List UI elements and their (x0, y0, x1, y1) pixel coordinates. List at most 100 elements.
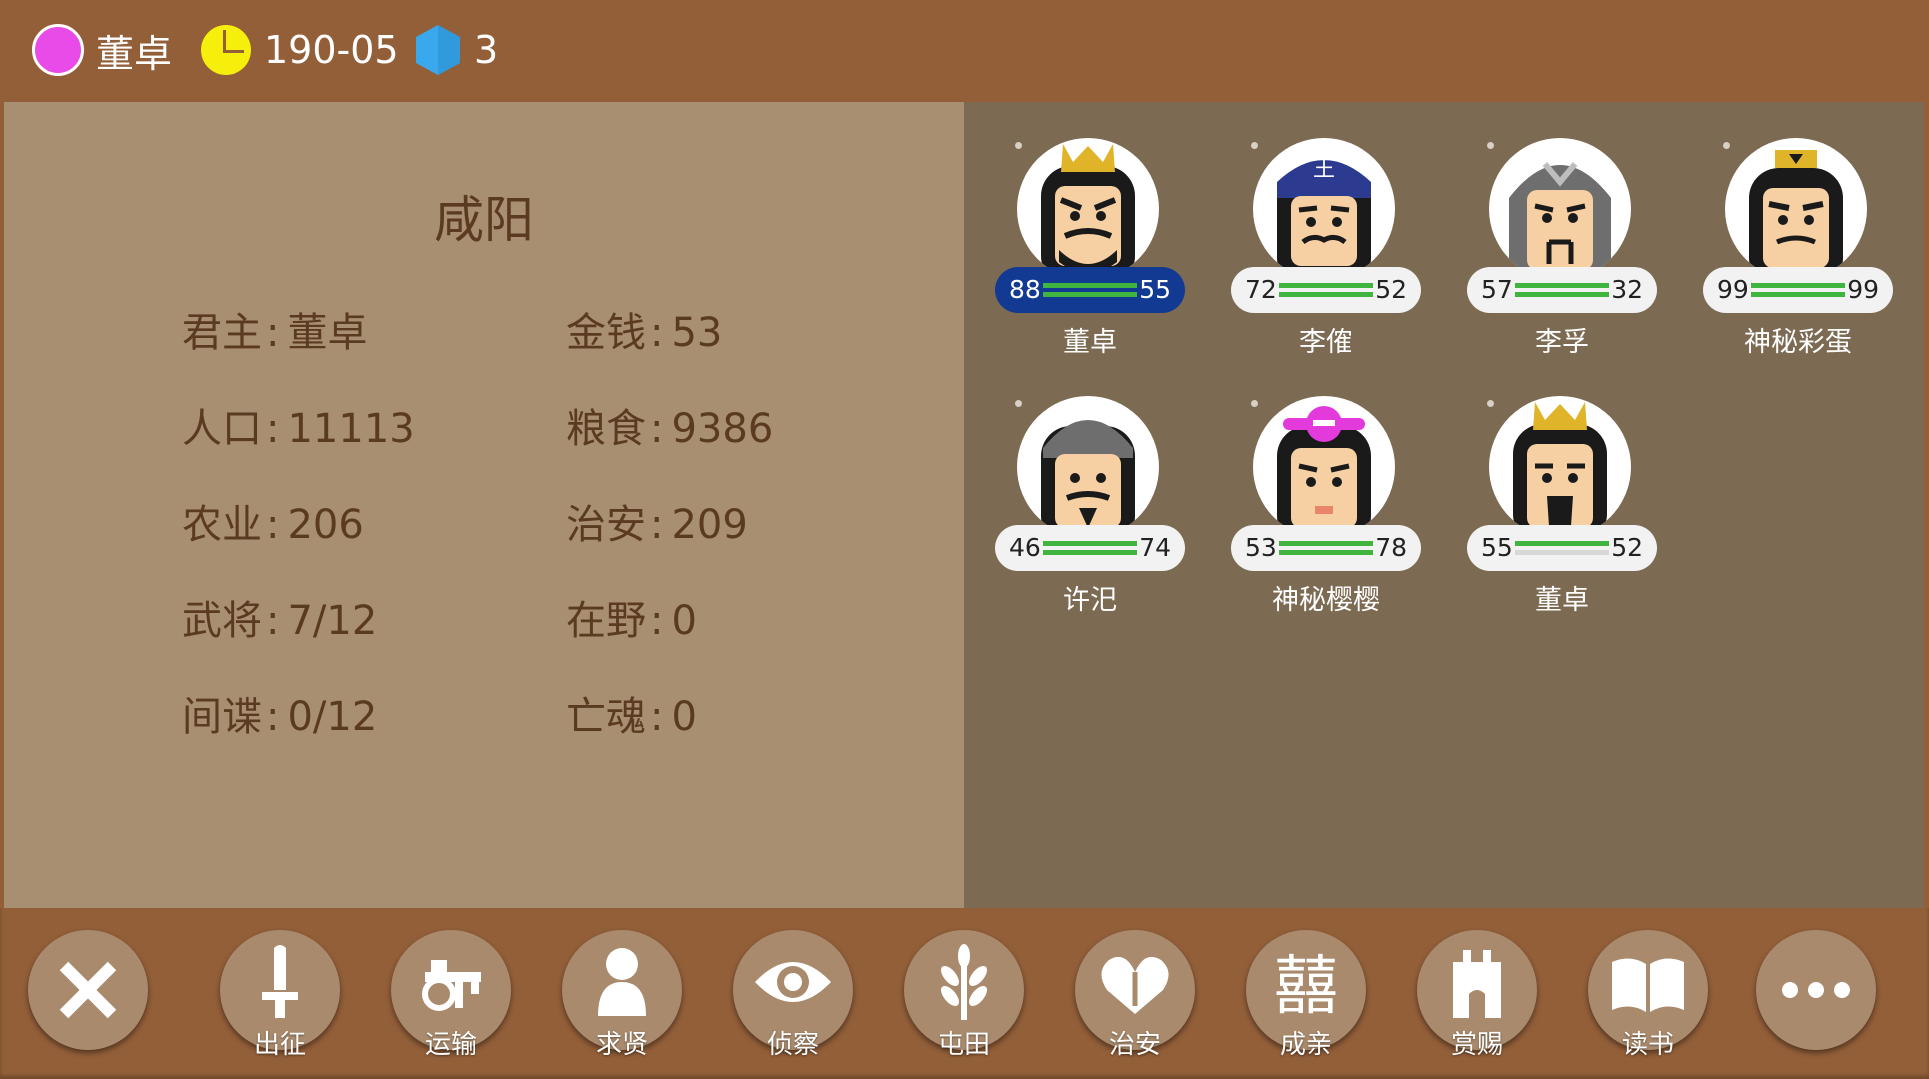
stat-label: 粮食 (566, 406, 646, 452)
general-portrait (1253, 396, 1395, 538)
svg-text:囍: 囍 (1274, 950, 1338, 1022)
security-button[interactable]: 治安 (1075, 930, 1195, 1060)
sword-icon (262, 945, 298, 1018)
stat-value: 206 (287, 502, 364, 548)
stat-left: 57 (1481, 275, 1513, 304)
general-card[interactable]: 王 72 52 李傕 (1226, 138, 1426, 368)
general-portrait (1017, 396, 1159, 538)
stat-label: 亡魂 (566, 694, 646, 740)
stat-bar (1279, 292, 1373, 297)
stat-food: 粮食:9386 (566, 396, 773, 454)
campaign-button[interactable]: 出征 (220, 930, 340, 1060)
recruit-button[interactable]: 求贤 (562, 930, 682, 1060)
person-icon (598, 948, 646, 1016)
stat-separator: : (266, 310, 280, 356)
stat-right: 78 (1375, 533, 1407, 562)
general-name: 神秘樱樱 (1272, 585, 1380, 616)
general-stats: 55 52 (1467, 525, 1657, 571)
transport-button[interactable]: 运输 (391, 930, 511, 1060)
general-card[interactable]: 88 55 董卓 (990, 138, 1190, 368)
general-stats: 72 52 (1231, 267, 1421, 313)
stat-separator: : (266, 502, 280, 548)
stat-spirits: 亡魂:0 (566, 684, 697, 742)
stat-right: 52 (1611, 533, 1643, 562)
button-label: 赏赐 (1450, 1030, 1503, 1060)
stat-value: 7/12 (287, 598, 378, 644)
close-icon (59, 961, 117, 1019)
stat-value: 9386 (671, 406, 774, 452)
stat-separator: : (650, 694, 664, 740)
stat-bar (1515, 283, 1609, 288)
general-card[interactable]: 99 99 神秘彩蛋 (1698, 138, 1898, 368)
gem-indicator: 3 (414, 22, 498, 78)
stat-left: 55 (1481, 533, 1513, 562)
general-name: 许汜 (1063, 585, 1117, 616)
stat-label: 间谍 (182, 694, 262, 740)
marriage-button[interactable]: 囍 成亲 (1246, 930, 1366, 1060)
stat-separator: : (650, 598, 664, 644)
button-label: 侦察 (766, 1030, 819, 1060)
button-label: 成亲 (1279, 1030, 1332, 1060)
stat-agriculture: 农业:206 (182, 492, 364, 550)
close-button[interactable] (28, 930, 148, 1050)
button-label: 出征 (253, 1030, 306, 1060)
stat-population: 人口:11113 (182, 396, 415, 454)
heart-icon (1101, 956, 1169, 1014)
stat-ruler: 君主: 董卓 (182, 300, 367, 358)
general-card[interactable]: 57 32 李孚 (1462, 138, 1662, 368)
stat-value: 53 (671, 310, 723, 356)
stat-bar (1515, 550, 1609, 555)
city-name: 咸阳 (434, 191, 534, 249)
button-label: 读书 (1621, 1030, 1674, 1060)
stat-bar (1043, 550, 1137, 555)
button-label: 运输 (424, 1030, 477, 1060)
clock-icon (201, 25, 251, 75)
faction-color-icon (32, 24, 84, 76)
button-label: 求贤 (595, 1030, 648, 1060)
general-card[interactable]: 46 74 许汜 (990, 396, 1190, 626)
eye-icon (755, 962, 831, 1002)
stat-bar (1043, 283, 1137, 288)
general-stats: 88 55 (995, 267, 1185, 313)
ruler-indicator: 董卓 (32, 22, 172, 78)
generals-panel: 88 55 董卓 王 72 52 李傕 57 32 李孚 99 99 神秘彩蛋 … (964, 102, 1924, 908)
general-card[interactable]: 53 78 神秘樱樱 (1226, 396, 1426, 626)
scout-button[interactable]: 侦察 (733, 930, 853, 1060)
indicator-dot (1251, 400, 1258, 407)
general-portrait: 王 (1253, 138, 1395, 280)
stat-value: 0 (671, 694, 697, 740)
gate-icon (1453, 950, 1501, 1018)
stat-bar (1751, 283, 1845, 288)
stat-label: 君主 (182, 310, 262, 356)
more-icon (1782, 982, 1850, 998)
general-card[interactable]: 55 52 董卓 (1462, 396, 1662, 626)
stat-right: 32 (1611, 275, 1643, 304)
stat-value: 董卓 (287, 310, 368, 356)
farm-button[interactable]: 屯田 (904, 930, 1024, 1060)
more-button[interactable] (1756, 930, 1876, 1050)
reward-button[interactable]: 赏赐 (1417, 930, 1537, 1060)
button-label: 治安 (1108, 1030, 1161, 1060)
general-stats: 99 99 (1703, 267, 1893, 313)
stat-label: 在野 (566, 598, 646, 644)
city-info-panel: 咸阳 君主: 董卓 金钱:53 人口:11113 粮食:9386 农业:206 治… (4, 102, 964, 908)
stat-security: 治安:209 (566, 492, 748, 550)
action-bar: 出征 运输 求贤 侦察 屯田 治安 囍 成亲 赏赐 读书 (0, 908, 1929, 1079)
stat-value: 0 (671, 598, 697, 644)
stat-generals: 武将:7/12 (182, 588, 377, 646)
indicator-dot (1487, 400, 1494, 407)
study-button[interactable]: 读书 (1588, 930, 1708, 1060)
stat-label: 金钱 (566, 310, 646, 356)
general-stats: 53 78 (1231, 525, 1421, 571)
stat-label: 农业 (182, 502, 262, 548)
stat-bar (1043, 541, 1137, 546)
wheat-icon (941, 944, 987, 1020)
general-portrait (1489, 396, 1631, 538)
svg-text:王: 王 (1313, 157, 1335, 182)
general-portrait (1017, 138, 1159, 280)
book-icon (1612, 958, 1684, 1012)
stat-right: 74 (1139, 533, 1171, 562)
stat-left: 46 (1009, 533, 1041, 562)
stat-right: 52 (1375, 275, 1407, 304)
stat-separator: : (650, 406, 664, 452)
